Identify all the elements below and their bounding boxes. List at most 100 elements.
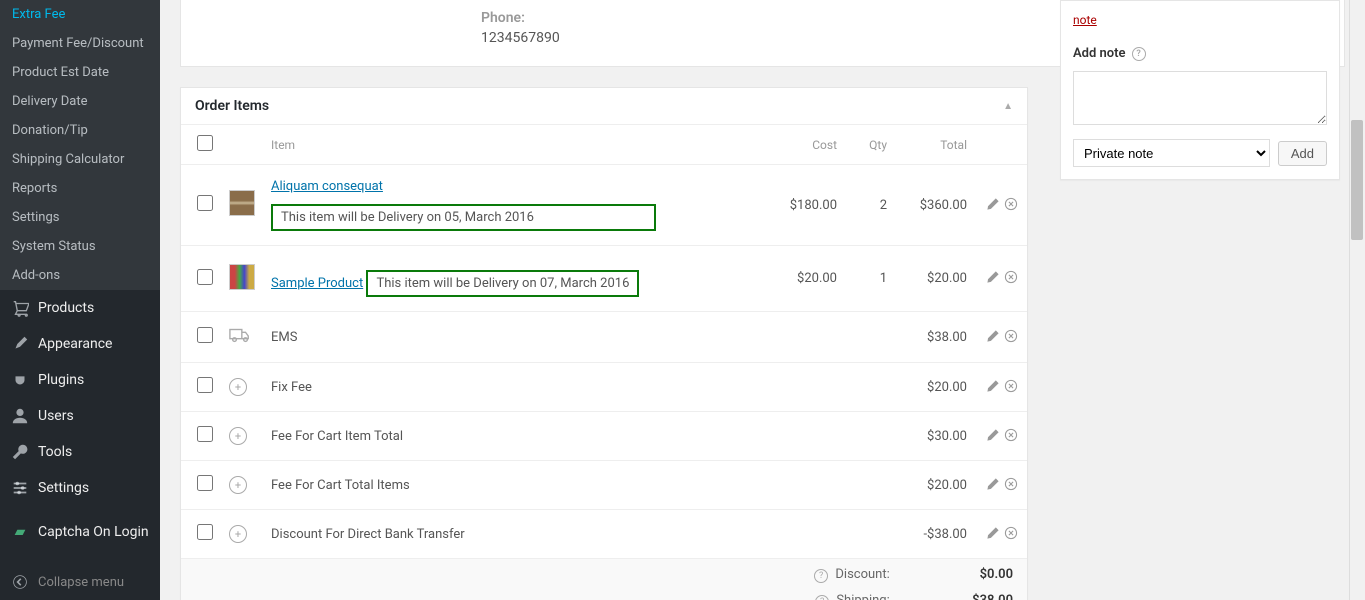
- sidebar-item-captcha[interactable]: ▰ Captcha On Login: [0, 514, 160, 550]
- plus-icon[interactable]: +: [229, 525, 247, 543]
- plus-icon[interactable]: +: [229, 378, 247, 396]
- edit-icon[interactable]: [985, 525, 1001, 541]
- delete-icon[interactable]: [1003, 378, 1019, 394]
- product-thumbnail[interactable]: [229, 190, 255, 216]
- sidebar-sub-system-status[interactable]: System Status: [0, 232, 160, 261]
- scrollbar-thumb[interactable]: [1351, 120, 1363, 240]
- sidebar-item-users[interactable]: Users: [0, 398, 160, 434]
- row-checkbox[interactable]: [197, 195, 213, 211]
- fee-name: Fee For Cart Item Total: [263, 412, 765, 461]
- row-checkbox[interactable]: [197, 269, 213, 285]
- sidebar-sub-delivery-date[interactable]: Delivery Date: [0, 87, 160, 116]
- total-cell: $20.00: [895, 246, 975, 312]
- sidebar-item-plugins[interactable]: Plugins: [0, 362, 160, 398]
- sidebar-sub-reports[interactable]: Reports: [0, 174, 160, 203]
- col-total: Total: [895, 125, 975, 165]
- fee-row: + Fee For Cart Item Total $30.00: [181, 412, 1027, 461]
- delivery-note: This item will be Delivery on 05, March …: [271, 204, 656, 231]
- row-checkbox[interactable]: [197, 377, 213, 393]
- add-note-button[interactable]: Add: [1278, 141, 1327, 166]
- plus-icon[interactable]: +: [229, 476, 247, 494]
- note-link[interactable]: note: [1073, 13, 1097, 27]
- help-icon[interactable]: ?: [815, 595, 829, 600]
- brush-icon: [10, 334, 30, 354]
- panel-header: Order Items ▲: [181, 88, 1027, 125]
- sidebar-label: Plugins: [38, 372, 84, 388]
- row-checkbox[interactable]: [197, 475, 213, 491]
- totals-discount-row: ? Discount: $0.00: [181, 559, 1027, 592]
- sidebar-item-products[interactable]: Products: [0, 290, 160, 326]
- select-all-checkbox[interactable]: [197, 135, 213, 151]
- delete-icon[interactable]: [1003, 328, 1019, 344]
- panel-toggle-icon[interactable]: ▲: [1003, 101, 1013, 112]
- qty-cell: 1: [845, 246, 895, 312]
- row-checkbox[interactable]: [197, 327, 213, 343]
- note-type-select[interactable]: Private note: [1073, 139, 1270, 167]
- discount-value: $0.00: [923, 567, 1013, 582]
- plug-icon: [10, 370, 30, 390]
- edit-icon[interactable]: [985, 476, 1001, 492]
- shipping-name: EMS: [263, 312, 765, 363]
- admin-sidebar: Extra Fee Payment Fee/Discount Product E…: [0, 0, 160, 600]
- sliders-icon: [10, 478, 30, 498]
- scrollbar-track[interactable]: [1349, 0, 1365, 600]
- user-icon: [10, 406, 30, 426]
- totals-shipping-row: ? Shipping: $38.00: [181, 591, 1027, 600]
- product-thumbnail[interactable]: [229, 264, 255, 290]
- delete-icon[interactable]: [1003, 269, 1019, 285]
- help-icon[interactable]: ?: [814, 569, 828, 583]
- sidebar-label: Captcha On Login: [38, 524, 149, 540]
- shipping-value: $38.00: [923, 593, 1013, 600]
- sidebar-item-tools[interactable]: Tools: [0, 434, 160, 470]
- sidebar-item-settings[interactable]: Settings: [0, 470, 160, 506]
- delete-icon[interactable]: [1003, 427, 1019, 443]
- shipping-row: EMS $38.00: [181, 312, 1027, 363]
- note-textarea[interactable]: [1073, 71, 1327, 125]
- product-link[interactable]: Sample Product: [271, 276, 363, 291]
- add-note-label: Add note: [1073, 46, 1126, 61]
- total-cell: $38.00: [895, 312, 975, 363]
- wrench-icon: [10, 442, 30, 462]
- edit-icon[interactable]: [985, 196, 1001, 212]
- sidebar-sub-addons[interactable]: Add-ons: [0, 261, 160, 290]
- notes-panel: note Add note ? Private note Add: [1060, 0, 1340, 180]
- fee-row: + Fee For Cart Total Items $20.00: [181, 461, 1027, 510]
- sidebar-label: Users: [38, 408, 74, 424]
- delete-icon[interactable]: [1003, 476, 1019, 492]
- sidebar-item-appearance[interactable]: Appearance: [0, 326, 160, 362]
- qty-cell: 2: [845, 165, 895, 246]
- plus-icon[interactable]: +: [229, 427, 247, 445]
- add-note-title: Add note ?: [1073, 46, 1327, 61]
- sidebar-sub-product-est-date[interactable]: Product Est Date: [0, 58, 160, 87]
- edit-icon[interactable]: [985, 427, 1001, 443]
- fee-row: + Fix Fee $20.00: [181, 363, 1027, 412]
- edit-icon[interactable]: [985, 269, 1001, 285]
- total-cell: $20.00: [895, 363, 975, 412]
- sidebar-label: Settings: [38, 480, 89, 496]
- fee-name: Discount For Direct Bank Transfer: [263, 510, 765, 559]
- edit-icon[interactable]: [985, 328, 1001, 344]
- shipping-label: Shipping:: [836, 593, 919, 600]
- sidebar-sub-donation-tip[interactable]: Donation/Tip: [0, 116, 160, 145]
- delivery-note: This item will be Delivery on 07, March …: [366, 270, 639, 297]
- right-sidebar: note Add note ? Private note Add: [1060, 0, 1340, 180]
- sidebar-sub-shipping-calc[interactable]: Shipping Calculator: [0, 145, 160, 174]
- cost-cell: $20.00: [765, 246, 845, 312]
- sidebar-sub-payment-fee[interactable]: Payment Fee/Discount: [0, 29, 160, 58]
- total-cell: $30.00: [895, 412, 975, 461]
- collapse-menu-button[interactable]: Collapse menu: [0, 564, 160, 600]
- product-link[interactable]: Aliquam consequat: [271, 179, 383, 194]
- delete-icon[interactable]: [1003, 196, 1019, 212]
- collapse-label: Collapse menu: [38, 575, 124, 590]
- help-icon[interactable]: ?: [1132, 47, 1146, 61]
- edit-icon[interactable]: [985, 378, 1001, 394]
- fee-name: Fix Fee: [263, 363, 765, 412]
- fee-row: + Discount For Direct Bank Transfer -$38…: [181, 510, 1027, 559]
- collapse-icon: [10, 572, 30, 592]
- delete-icon[interactable]: [1003, 525, 1019, 541]
- row-checkbox[interactable]: [197, 426, 213, 442]
- sidebar-sub-settings[interactable]: Settings: [0, 203, 160, 232]
- total-cell: $20.00: [895, 461, 975, 510]
- row-checkbox[interactable]: [197, 524, 213, 540]
- sidebar-sub-extra-fee[interactable]: Extra Fee: [0, 0, 160, 29]
